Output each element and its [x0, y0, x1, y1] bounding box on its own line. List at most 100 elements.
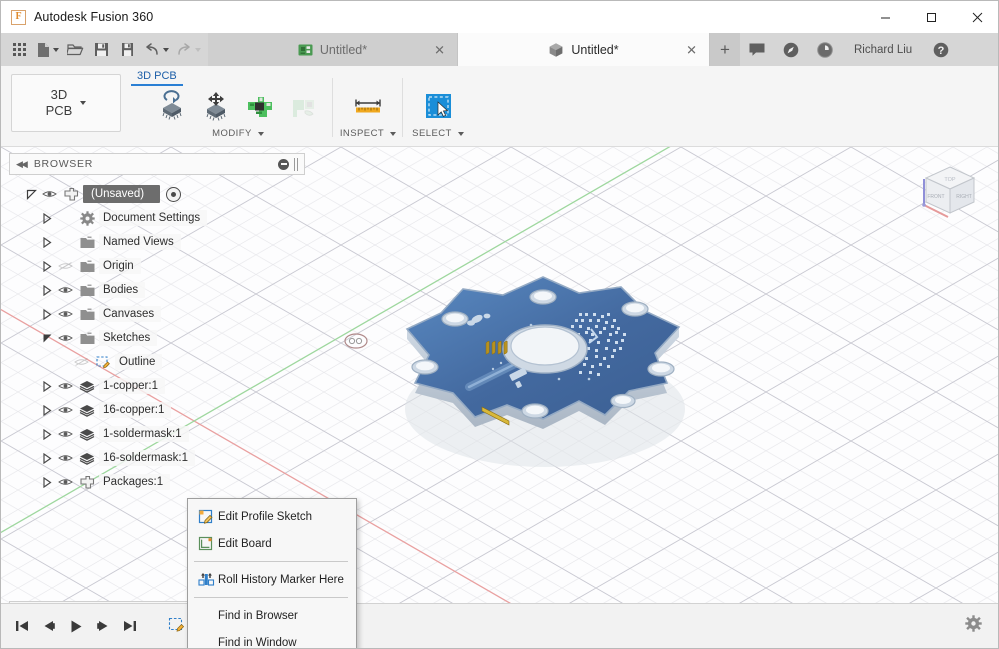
inspect-caret-icon[interactable] [390, 131, 397, 136]
expand-arrow-icon[interactable] [39, 380, 55, 392]
workspace-caret-icon[interactable] [80, 101, 87, 105]
select-tool-button[interactable] [417, 87, 459, 127]
timeline-step-back[interactable] [36, 611, 61, 641]
timeline-playback-controls [1, 611, 142, 641]
browser-collapse-icon[interactable]: ◀◀ [16, 159, 28, 170]
expand-arrow-icon[interactable] [39, 452, 55, 464]
svg-text:TOP: TOP [944, 177, 956, 183]
select-caret-icon[interactable] [457, 131, 464, 136]
visibility-eye-icon[interactable] [55, 477, 75, 487]
new-file-caret-icon[interactable] [53, 47, 59, 52]
expand-arrow-icon[interactable] [39, 260, 55, 272]
component-icon [75, 475, 99, 490]
ctx-find-in-browser[interactable]: Find in Browser [188, 602, 356, 629]
user-name[interactable]: Richard Liu [842, 44, 924, 56]
expand-arrow-icon[interactable] [39, 212, 55, 224]
tab-close-icon[interactable]: ✕ [434, 43, 445, 56]
expand-arrow-icon[interactable] [39, 404, 55, 416]
viewport-3d[interactable]: ◀◀ BROWSER (Unsaved) Document Settings N… [1, 147, 998, 649]
tree-sketches[interactable]: Sketches [9, 326, 305, 350]
tree-packages[interactable]: Packages:1 [9, 470, 305, 494]
expand-arrow-icon[interactable] [23, 189, 39, 200]
expand-arrow-icon[interactable] [39, 428, 55, 440]
visibility-eye-icon[interactable] [55, 405, 75, 415]
save-button[interactable] [89, 36, 114, 64]
visibility-eye-icon[interactable] [55, 309, 75, 319]
timeline-go-start[interactable] [9, 611, 34, 641]
redo-button[interactable] [173, 36, 204, 64]
new-file-button[interactable] [33, 36, 62, 64]
ctx-edit-board[interactable]: Edit Board [188, 530, 356, 557]
job-status-icon[interactable] [808, 33, 842, 66]
tree-document-settings[interactable]: Document Settings [9, 206, 305, 230]
visibility-eye-icon[interactable] [55, 453, 75, 463]
visibility-eye-icon[interactable] [55, 381, 75, 391]
tree-16-soldermask[interactable]: 16-soldermask:1 [9, 446, 305, 470]
pcb-3d-model[interactable] [383, 259, 703, 489]
measure-button[interactable] [347, 87, 389, 127]
document-tabs: Untitled* ✕ Untitled* ✕ + [208, 33, 740, 66]
tree-1-soldermask[interactable]: 1-soldermask:1 [9, 422, 305, 446]
ctx-edit-profile-sketch[interactable]: Edit Profile Sketch [188, 503, 356, 530]
expand-arrow-icon[interactable] [39, 476, 55, 488]
select-group-label[interactable]: SELECT [412, 128, 464, 139]
tree-named-views[interactable]: Named Views [9, 230, 305, 254]
expand-arrow-icon[interactable] [39, 308, 55, 320]
expand-arrow-icon[interactable] [39, 284, 55, 296]
tree-sketch-outline[interactable]: Outline [9, 350, 305, 374]
help-icon[interactable]: ? [924, 33, 958, 66]
tree-canvases[interactable]: Canvases [9, 302, 305, 326]
visibility-eye-icon[interactable] [39, 189, 59, 199]
maximize-button[interactable] [908, 1, 954, 33]
expand-arrow-icon[interactable] [39, 333, 55, 344]
tree-origin[interactable]: Origin [9, 254, 305, 278]
timeline-settings-button[interactable] [965, 615, 998, 637]
comments-icon[interactable] [740, 33, 774, 66]
view-cube[interactable]: TOP FRONT RIGHT [914, 157, 986, 227]
tab-close-icon[interactable]: ✕ [686, 43, 697, 56]
tree-1-copper[interactable]: 1-copper:1 [9, 374, 305, 398]
close-button[interactable] [954, 1, 998, 33]
app-grid-button[interactable] [7, 36, 32, 64]
browser-minimize-icon[interactable] [278, 158, 289, 170]
minimize-button[interactable] [862, 1, 908, 33]
new-tab-button[interactable]: + [710, 33, 740, 66]
layer-stack-icon [75, 404, 99, 417]
expand-arrow-icon[interactable] [39, 236, 55, 248]
context-menu[interactable]: Edit Profile Sketch Edit Board Roll Hist… [187, 498, 357, 649]
browser-resize-grip[interactable] [294, 157, 298, 171]
undo-button[interactable] [141, 36, 172, 64]
move-component-button[interactable] [195, 87, 237, 127]
timeline-step-forward[interactable] [90, 611, 115, 641]
workspace-switcher[interactable]: 3D PCB [11, 74, 121, 132]
notifications-icon[interactable] [774, 33, 808, 66]
ctx-find-in-window[interactable]: Find in Window [188, 629, 356, 649]
tab-pcb-untitled[interactable]: Untitled* ✕ [208, 33, 458, 66]
tree-bodies[interactable]: Bodies [9, 278, 305, 302]
save-as-button[interactable] [115, 36, 140, 64]
visibility-eye-icon[interactable] [55, 429, 75, 439]
ctx-roll-history-marker[interactable]: Roll History Marker Here [188, 566, 356, 593]
tree-item-label: Named Views [99, 234, 181, 250]
inspect-group-label[interactable]: INSPECT [340, 128, 397, 139]
activate-component-icon[interactable] [166, 186, 182, 202]
modify-caret-icon[interactable] [257, 131, 264, 136]
tree-16-copper[interactable]: 16-copper:1 [9, 398, 305, 422]
redo-caret-icon[interactable] [195, 47, 201, 52]
open-button[interactable] [63, 36, 88, 64]
modify-group-label[interactable]: MODIFY [212, 128, 264, 139]
rotate-component-button[interactable] [151, 87, 193, 127]
visibility-eye-icon[interactable] [55, 285, 75, 295]
window-controls [862, 1, 998, 33]
tree-item-label: Packages:1 [99, 474, 171, 490]
visibility-eye-icon[interactable] [71, 357, 91, 367]
timeline-play[interactable] [63, 611, 88, 641]
timeline-go-end[interactable] [117, 611, 142, 641]
undo-caret-icon[interactable] [163, 47, 169, 52]
flex-board-button[interactable] [283, 87, 325, 127]
visibility-eye-icon[interactable] [55, 333, 75, 343]
tab-design-untitled[interactable]: Untitled* ✕ [458, 33, 710, 66]
push-pull-board-button[interactable] [239, 87, 281, 127]
visibility-eye-icon[interactable] [55, 261, 75, 271]
tree-root-unsaved[interactable]: (Unsaved) [9, 182, 305, 206]
